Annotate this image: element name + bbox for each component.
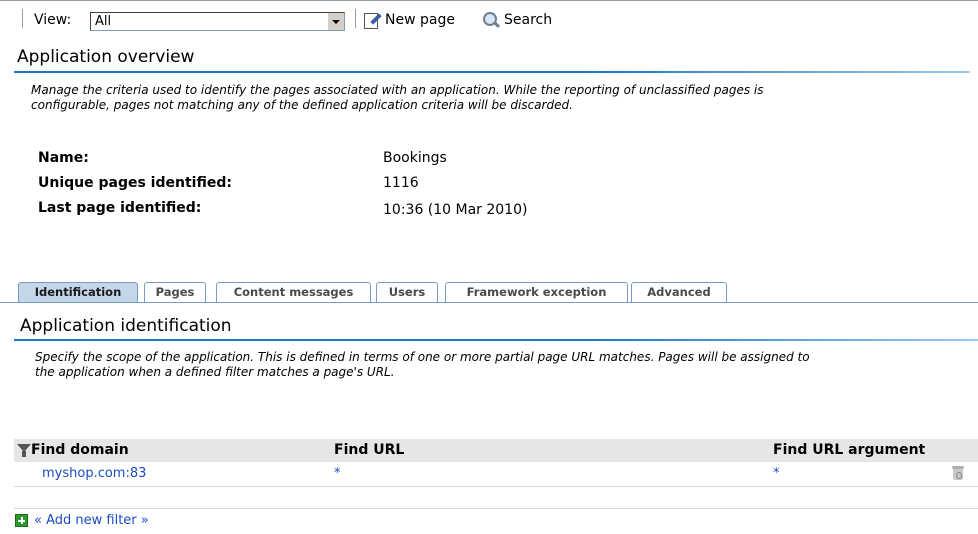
tab-content-messages[interactable]: Content messages (216, 282, 371, 302)
add-new-filter-link[interactable]: « Add new filter » (34, 513, 149, 528)
unique-pages-value: 1116 (383, 175, 419, 191)
search-icon (482, 11, 501, 29)
row-domain[interactable]: myshop.com:83 (42, 466, 146, 481)
tab-framework-exception[interactable]: Framework exception (445, 282, 628, 302)
tab-advanced[interactable]: Advanced (631, 282, 727, 302)
new-page-label: New page (385, 12, 455, 28)
toolbar-top-border (0, 0, 978, 1)
row-divider (14, 486, 978, 487)
column-find-url-argument: Find URL argument (773, 442, 926, 458)
section-rule (14, 339, 978, 341)
tab-identification[interactable]: Identification (18, 282, 138, 302)
unique-pages-label: Unique pages identified: (38, 175, 232, 191)
add-icon[interactable] (15, 514, 28, 527)
toolbar-separator (355, 9, 356, 28)
tab-pages[interactable]: Pages (144, 282, 206, 302)
view-label: View: (34, 12, 72, 28)
search-button[interactable]: Search (482, 11, 552, 29)
row-url-argument[interactable]: * (773, 466, 780, 481)
name-value: Bookings (383, 150, 447, 166)
name-label: Name: (38, 150, 89, 166)
filter-icon (17, 444, 31, 457)
toolbar: View: All New page Search (0, 0, 978, 34)
view-select-value: All (95, 14, 112, 29)
column-find-url: Find URL (334, 442, 405, 458)
toolbar-separator (22, 9, 23, 28)
last-page-label: Last page identified: (38, 200, 202, 216)
search-label: Search (504, 12, 553, 28)
title-rule (14, 71, 970, 73)
last-page-value: 10:36 (10 Mar 2010) (383, 202, 528, 218)
new-page-icon (363, 11, 382, 29)
chevron-down-icon[interactable] (327, 13, 344, 30)
identification-description-line2: the application when a defined filter ma… (35, 365, 395, 379)
overview-description-line1: Manage the criteria used to identify the… (31, 83, 764, 97)
tab-underline (0, 302, 978, 303)
page-title: Application overview (17, 47, 195, 67)
row-url[interactable]: * (334, 466, 341, 481)
overview-description-line2: configurable, pages not matching any of … (31, 98, 573, 112)
section-title: Application identification (20, 316, 232, 336)
row-divider (14, 508, 978, 509)
new-page-button[interactable]: New page (363, 11, 455, 29)
column-find-domain: Find domain (31, 442, 129, 458)
identification-description-line1: Specify the scope of the application. Th… (35, 350, 810, 364)
table-header: Find domain Find URL Find URL argument (14, 439, 978, 462)
tab-users[interactable]: Users (376, 282, 438, 302)
trash-icon[interactable] (952, 466, 964, 480)
view-select[interactable]: All (90, 12, 345, 31)
